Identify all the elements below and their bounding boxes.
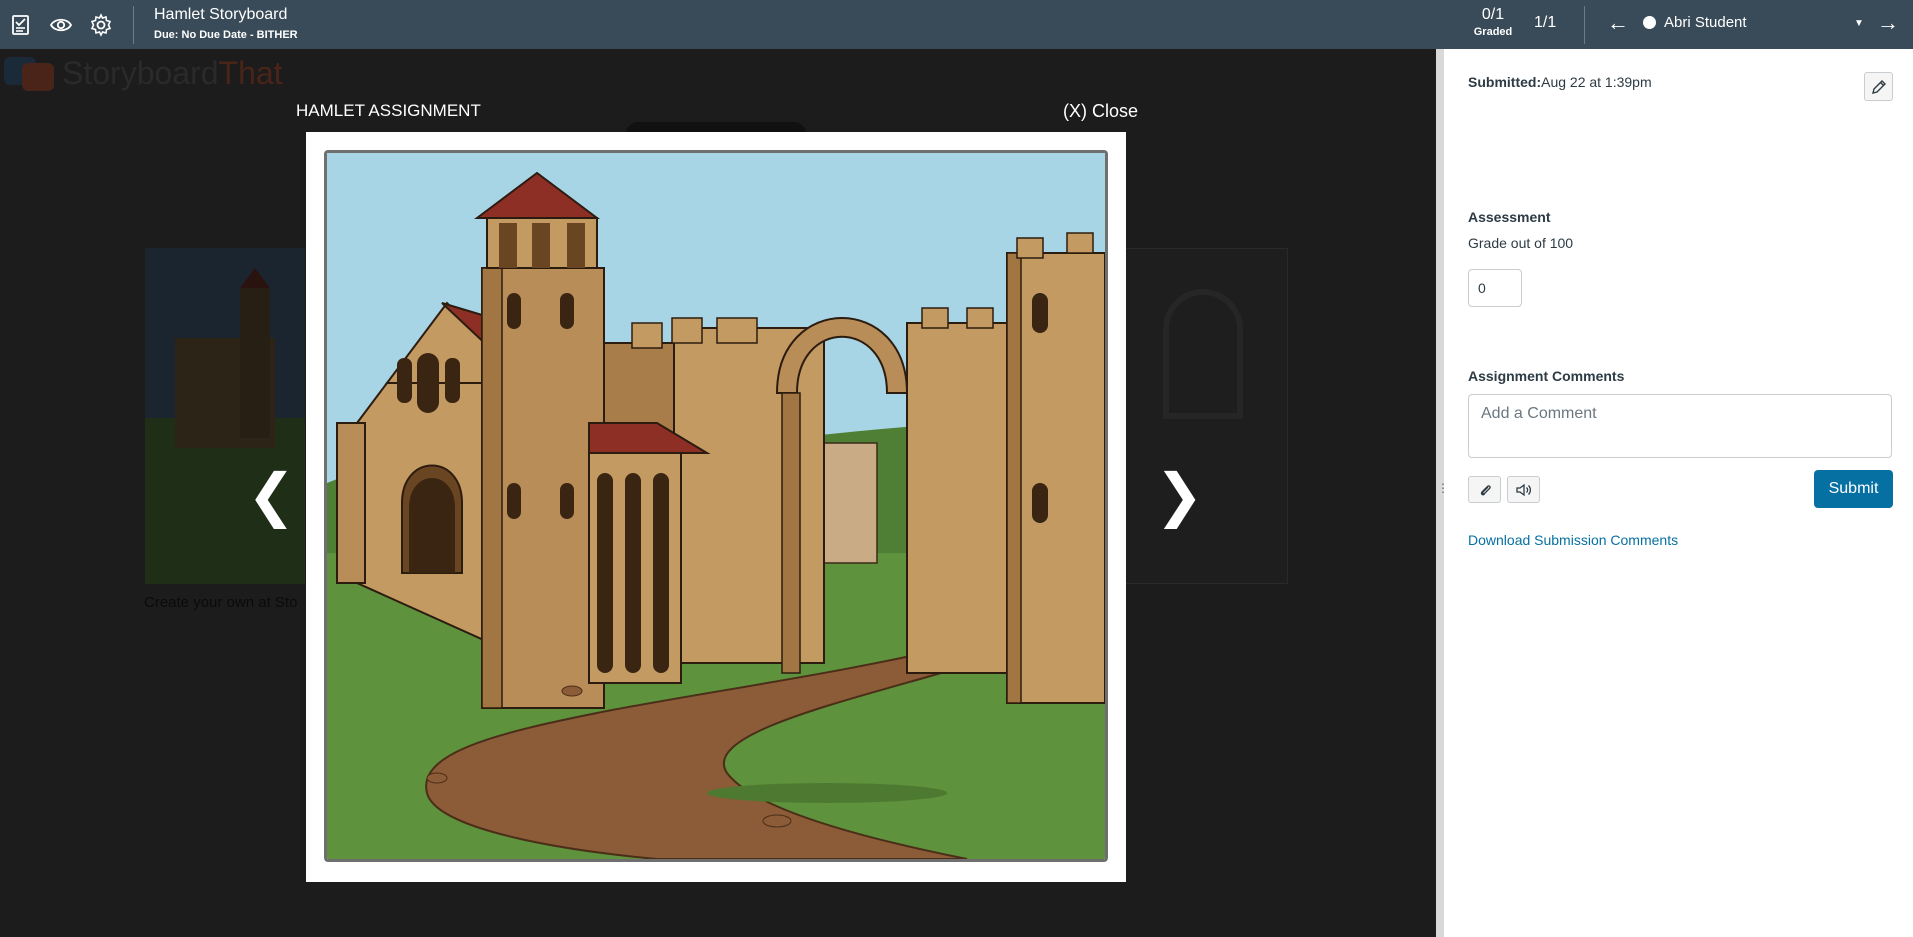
grading-sidebar: Submitted:Aug 22 at 1:39pm Assessment Gr… [1444, 49, 1913, 937]
pencil-icon [1871, 79, 1886, 94]
gear-icon[interactable] [88, 12, 114, 38]
storyboard-caption: Create your own at Sto [144, 594, 298, 611]
assessment-heading: Assessment [1468, 209, 1551, 225]
next-image-arrow[interactable]: ❯ [1155, 467, 1204, 525]
comments-heading: Assignment Comments [1468, 368, 1625, 384]
modal-title: HAMLET ASSIGNMENT [296, 101, 481, 120]
paperclip-icon [1480, 484, 1491, 495]
speech-bubble-icon [4, 53, 56, 93]
download-comments-link[interactable]: Download Submission Comments [1468, 532, 1678, 548]
speedgrader-icon[interactable] [8, 12, 34, 38]
student-count: 1/1 [1534, 14, 1557, 31]
due-date: Due: No Due Date - BITHER [154, 29, 298, 41]
graded-count-label: Graded [1473, 26, 1513, 38]
topbar-divider [133, 6, 134, 44]
prev-image-arrow[interactable]: ❮ [247, 467, 296, 525]
next-student-arrow-icon[interactable]: → [1877, 12, 1899, 34]
edit-button[interactable] [1864, 72, 1893, 101]
graded-count-value: 0/1 [1481, 6, 1505, 23]
student-name: Abri Student [1664, 14, 1747, 31]
graded-count: 0/1 Graded [1465, 6, 1521, 38]
chevron-down-icon[interactable]: ▼ [1854, 18, 1864, 29]
submission-viewer: StoryboardThat Create your own at Sto HA… [0, 49, 1436, 937]
media-comment-button[interactable] [1507, 476, 1540, 503]
storyboard-cell-thumbnail [145, 248, 305, 584]
logo-storyboard: Storyboard [62, 54, 219, 91]
storyboardthat-logo: StoryboardThat [4, 53, 283, 93]
logo-that: That [218, 54, 283, 91]
prev-student-arrow-icon[interactable]: ← [1607, 12, 1629, 34]
eye-icon[interactable] [48, 12, 74, 38]
top-bar: Hamlet Storyboard Due: No Due Date - BIT… [0, 0, 1913, 49]
attach-file-button[interactable] [1468, 476, 1501, 503]
submission-date: Submitted:Aug 22 at 1:39pm [1468, 74, 1652, 90]
storyboard-cell-thumbnail [1110, 248, 1288, 584]
assignment-title[interactable]: Hamlet Storyboard [154, 6, 287, 24]
topbar-divider [1584, 6, 1585, 44]
grade-label: Grade out of 100 [1468, 235, 1574, 251]
student-selector[interactable]: Abri Student [1643, 14, 1747, 31]
submitted-value: Aug 22 at 1:39pm [1541, 74, 1652, 90]
comment-input[interactable] [1468, 394, 1892, 458]
castle-scene-image [324, 150, 1108, 862]
submitted-label: Submitted: [1468, 74, 1542, 90]
panel-resize-handle[interactable]: ⋮ [1436, 49, 1449, 937]
close-button[interactable]: (X) Close [1063, 101, 1138, 122]
grade-input[interactable] [1468, 269, 1522, 307]
submit-button[interactable]: Submit [1814, 470, 1893, 508]
student-avatar [1643, 16, 1656, 29]
speaker-icon [1515, 483, 1531, 496]
image-modal [306, 132, 1126, 882]
